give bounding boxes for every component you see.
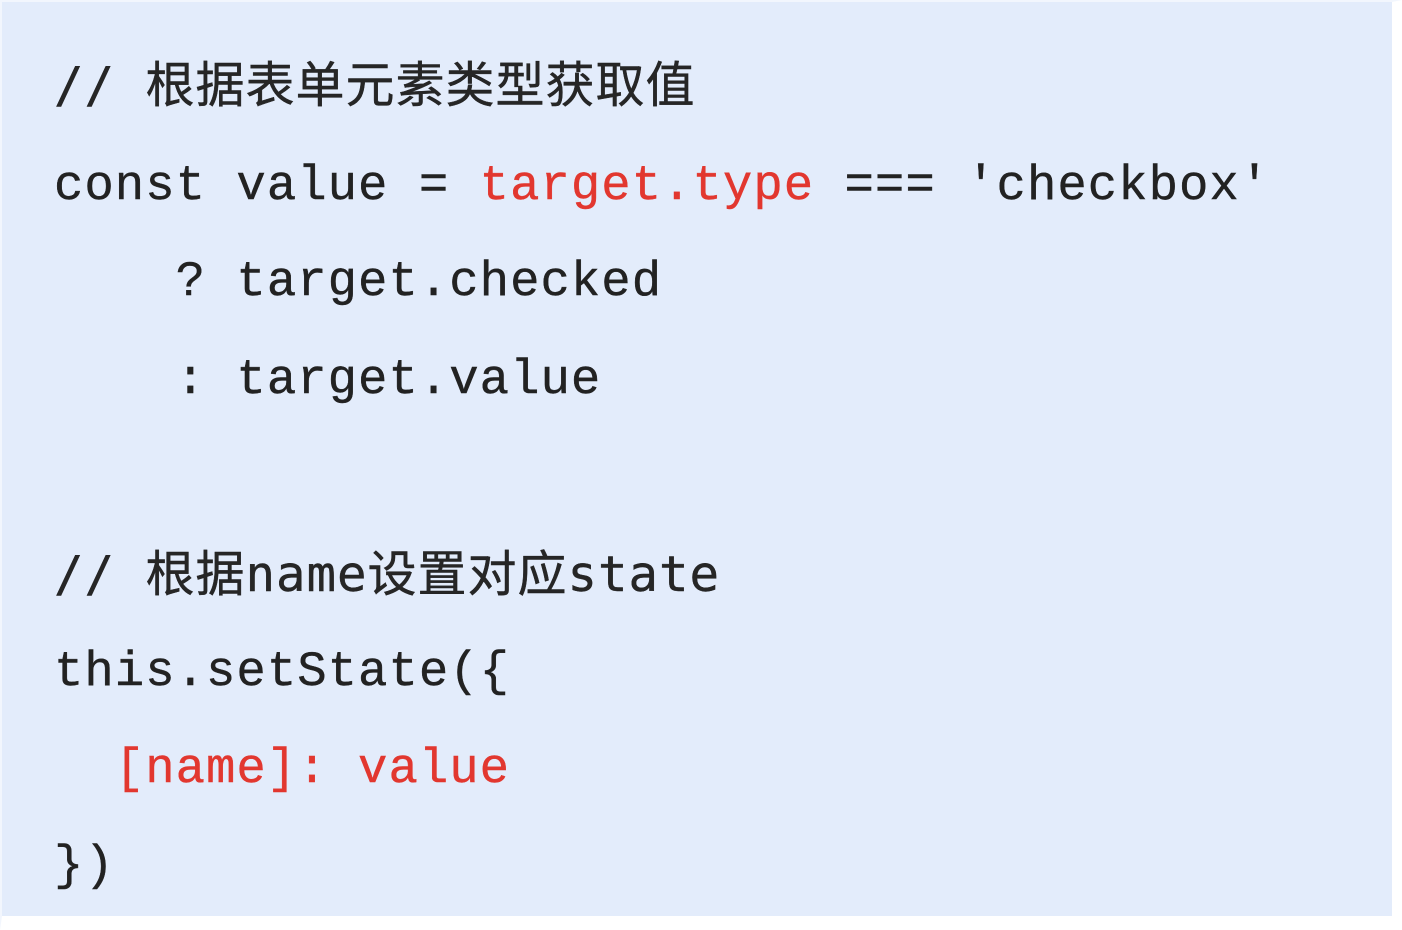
code-token: === 'checkbox': [814, 158, 1271, 214]
code-token-highlight: target.type: [479, 158, 815, 214]
code-line-ternary-false: : target.value: [54, 352, 602, 408]
code-token: const value =: [54, 158, 480, 214]
code-line-setstate-property: [name]: value: [54, 737, 510, 801]
code-line-setstate-open: this.setState({: [54, 644, 511, 700]
code-line-const-value: const value = target.type === 'checkbox': [54, 154, 1270, 218]
code-comment-line: // 根据表单元素类型获取值: [54, 57, 696, 114]
code-line-ternary-true: ? target.checked: [54, 254, 663, 310]
code-comment-line: // 根据name设置对应state: [54, 546, 721, 603]
code-line-setstate-close: }): [54, 838, 115, 894]
code-snippet-panel: // 根据表单元素类型获取值 const value = target.type…: [0, 0, 1402, 930]
code-token-highlight: [name]: value: [114, 741, 511, 797]
